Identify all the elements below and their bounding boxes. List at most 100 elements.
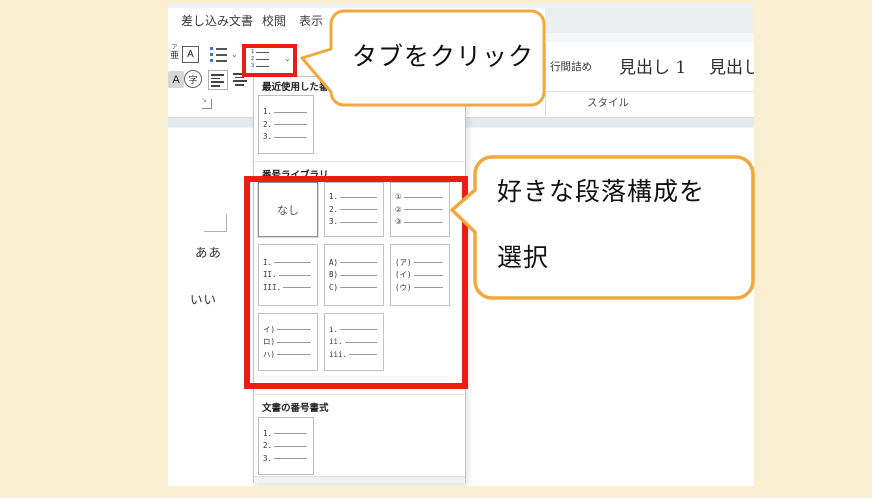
placeholder-line [340,329,377,330]
number-marker: 3. [263,455,272,463]
placeholder-line [345,342,377,343]
numbered-list-button[interactable]: 1 23 [251,50,271,71]
placeholder-line [340,209,377,210]
number-marker: C) [329,284,338,292]
number-marker: ③ [395,218,402,226]
number-marker: B) [329,271,338,279]
numbering-dropdown-panel: 最近使用した番号書式 1.2.3. 番号ライブラリ なし 1.2.3. ①②③ … [253,76,466,483]
placeholder-line [274,124,307,125]
align-left-button[interactable] [208,70,228,90]
character-shading-button[interactable]: A [168,71,184,88]
library-item-circled[interactable]: ① ② ③ [390,182,450,237]
placeholder-line [404,222,443,223]
align-left-icon [211,81,224,83]
number-preview-row: 3. [329,218,379,226]
number-marker: (ウ) [395,284,412,292]
number-preview-row: iii. [329,351,379,359]
number-marker: 1. [263,108,272,116]
number-marker: A) [329,259,338,267]
placeholder-line [277,354,311,355]
panel-separator [254,161,465,162]
number-marker: 2. [263,442,272,450]
number-marker: i. [329,326,338,334]
align-left-icon [211,74,224,76]
number-preview-row: i. [329,326,379,334]
number-preview-row: ① [395,193,445,201]
placeholder-line [274,137,307,138]
placeholder-line [349,354,377,355]
placeholder-line [340,197,377,198]
document-number-formats-header: 文書の番号書式 [262,400,329,414]
number-preview-row: 1 [251,50,271,55]
bullet-list-chevron-icon[interactable]: ⌄ [231,51,238,59]
number-marker: II. [263,271,277,279]
number-marker: ② [395,206,402,214]
library-item-none[interactable]: なし [258,182,318,237]
placeholder-line [340,222,377,223]
number-preview-row: C) [329,284,379,292]
phonetic-guide-button[interactable]: ア 亜 [168,45,181,60]
document-number-format-item[interactable]: 1.2.3. [258,417,314,475]
placeholder-line [274,262,311,263]
number-preview-row: (イ) [395,271,445,279]
align-center-button[interactable] [231,70,251,90]
text-boundary-corner-mark [204,231,227,232]
paragraph-dialog-launcher[interactable]: ↘ [202,99,212,109]
placeholder-line [283,287,311,288]
numbered-list-chevron-icon[interactable]: ⌄ [284,55,291,63]
number-library-header: 番号ライブラリ [262,167,329,181]
number-marker: ii. [329,338,343,346]
library-item-decimal[interactable]: 1. 2. 3. [324,182,384,237]
align-center-icon [235,84,244,86]
panel-footer [254,476,465,483]
placeholder-line [340,287,377,288]
placeholder-line [274,433,307,434]
document-text-line: ああ [195,242,222,261]
number-preview-row: 3. [263,455,309,463]
library-item-katakana-paren[interactable]: (ア) (イ) (ウ) [390,244,450,306]
bullet-list-icon [210,59,227,62]
bullet-list-icon [210,53,227,56]
number-marker: 2 [251,57,254,63]
number-library-grid: なし 1.2.3. ①②③ I.II.III. A)B)C) (ア)(イ)(ウ)… [258,182,450,371]
character-border-button[interactable]: A [182,46,199,63]
library-item-roman-upper[interactable]: I.II.III. [258,244,318,306]
placeholder-line [340,262,377,263]
number-preview-row: I. [263,259,313,267]
number-preview-row: II. [263,271,313,279]
style-no-spacing[interactable]: 行間詰め [550,59,592,74]
style-heading2[interactable]: 見出し [709,53,754,78]
enclose-characters-button[interactable]: 字 [184,70,202,88]
style-heading1[interactable]: 見出し 1 [619,53,686,78]
number-marker: 2. [329,206,338,214]
tab-review[interactable]: 校閲 [262,12,286,29]
number-marker: 3 [251,64,254,70]
styles-group-label: スタイル [587,95,629,110]
placeholder-line [274,458,307,459]
number-marker: 3. [263,133,272,141]
document-text-line: いい [190,289,217,308]
number-preview-row: 2. [263,442,309,450]
number-preview-row: (ウ) [395,284,445,292]
number-preview-row: (ア) [395,259,445,267]
callout-text-select-format-line1: 好きな段落構成を [497,172,705,208]
library-item-iroha[interactable]: イ)ロ)ハ) [258,313,318,371]
number-marker: iii. [329,351,347,359]
text-boundary-corner-mark [226,214,227,231]
number-preview-row: ③ [395,218,445,226]
number-preview-row: 1. [329,193,379,201]
library-item-roman-lower[interactable]: i. ii. iii. [324,313,384,371]
placeholder-line [404,197,443,198]
number-marker: 2. [263,121,272,129]
tab-mailings[interactable]: 差し込み文書 [181,12,253,29]
library-item-alpha-paren[interactable]: A) B) C) [324,244,384,306]
number-marker: ① [395,193,402,201]
tab-row-background [545,8,754,33]
placeholder-line [279,275,311,276]
tab-row-background-lower [545,33,754,42]
number-preview-row: 2. [263,121,309,129]
styles-divider [545,91,754,92]
number-preview-row: 2. [329,206,379,214]
number-preview-row: イ) [263,326,313,334]
bullet-list-button[interactable] [210,47,227,65]
